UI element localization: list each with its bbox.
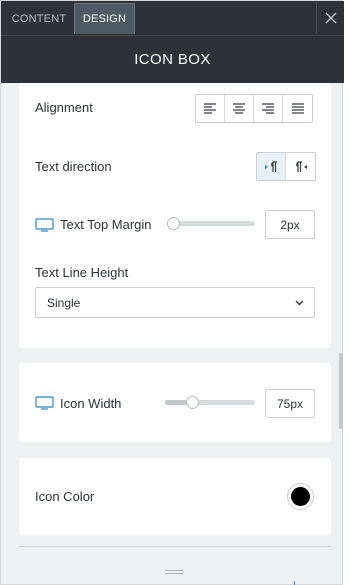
icon-width-label: Icon Width: [60, 396, 122, 411]
close-button[interactable]: [316, 2, 344, 33]
align-left-button[interactable]: [196, 95, 225, 122]
align-center-icon: [233, 103, 245, 114]
text-line-height-label: Text Line Height: [35, 265, 129, 280]
icon-width-card: Icon Width 75px: [19, 363, 331, 442]
icon-width-slider-handle[interactable]: [186, 396, 199, 409]
text-top-margin-input[interactable]: 2px: [265, 210, 315, 239]
editor-panel: CONTENT DESIGN ICON BOX Alignment Text d…: [0, 0, 344, 585]
text-direction-button-group: [256, 152, 316, 181]
text-line-height-select[interactable]: Single: [35, 287, 315, 318]
icon-color-card: Icon Color: [19, 458, 331, 535]
edge-marker: [294, 581, 295, 585]
tab-design[interactable]: DESIGN: [74, 3, 135, 34]
rtl-paragraph-icon: [295, 160, 307, 172]
tab-bar: CONTENT DESIGN: [1, 1, 344, 35]
align-center-button[interactable]: [225, 95, 254, 122]
text-top-margin-slider[interactable]: [167, 217, 255, 230]
vertical-scrollbar[interactable]: [339, 353, 343, 429]
icon-color-picker[interactable]: [287, 483, 314, 510]
icon-color-dot: [291, 487, 310, 506]
icon-color-label: Icon Color: [35, 489, 95, 504]
panel-header: ICON BOX: [1, 35, 344, 83]
text-top-margin-slider-handle[interactable]: [167, 217, 180, 230]
desktop-icon: [35, 396, 54, 410]
text-settings-card: Alignment Text direction Text Top Margin…: [19, 83, 331, 348]
ltr-paragraph-icon: [265, 160, 277, 172]
rtl-direction-button[interactable]: [286, 153, 315, 180]
align-left-icon: [204, 103, 216, 114]
text-top-margin-label: Text Top Margin: [60, 217, 152, 232]
ltr-direction-button[interactable]: [257, 153, 286, 180]
close-icon: [325, 12, 336, 23]
align-right-icon: [262, 103, 274, 114]
text-line-height-value: Single: [47, 296, 81, 310]
panel-title: ICON BOX: [134, 51, 211, 68]
drag-handle-icon[interactable]: [164, 569, 184, 575]
icon-width-slider[interactable]: [165, 396, 255, 409]
desktop-icon: [35, 218, 54, 232]
align-right-button[interactable]: [254, 95, 283, 122]
chevron-down-icon: [295, 300, 304, 306]
alignment-button-group: [195, 94, 313, 123]
section-divider: [19, 546, 331, 547]
text-direction-label: Text direction: [35, 159, 112, 174]
alignment-label: Alignment: [35, 100, 93, 115]
tab-content[interactable]: CONTENT: [5, 3, 73, 34]
icon-width-input[interactable]: 75px: [265, 389, 315, 418]
align-justify-icon: [291, 103, 304, 114]
align-justify-button[interactable]: [283, 95, 312, 122]
